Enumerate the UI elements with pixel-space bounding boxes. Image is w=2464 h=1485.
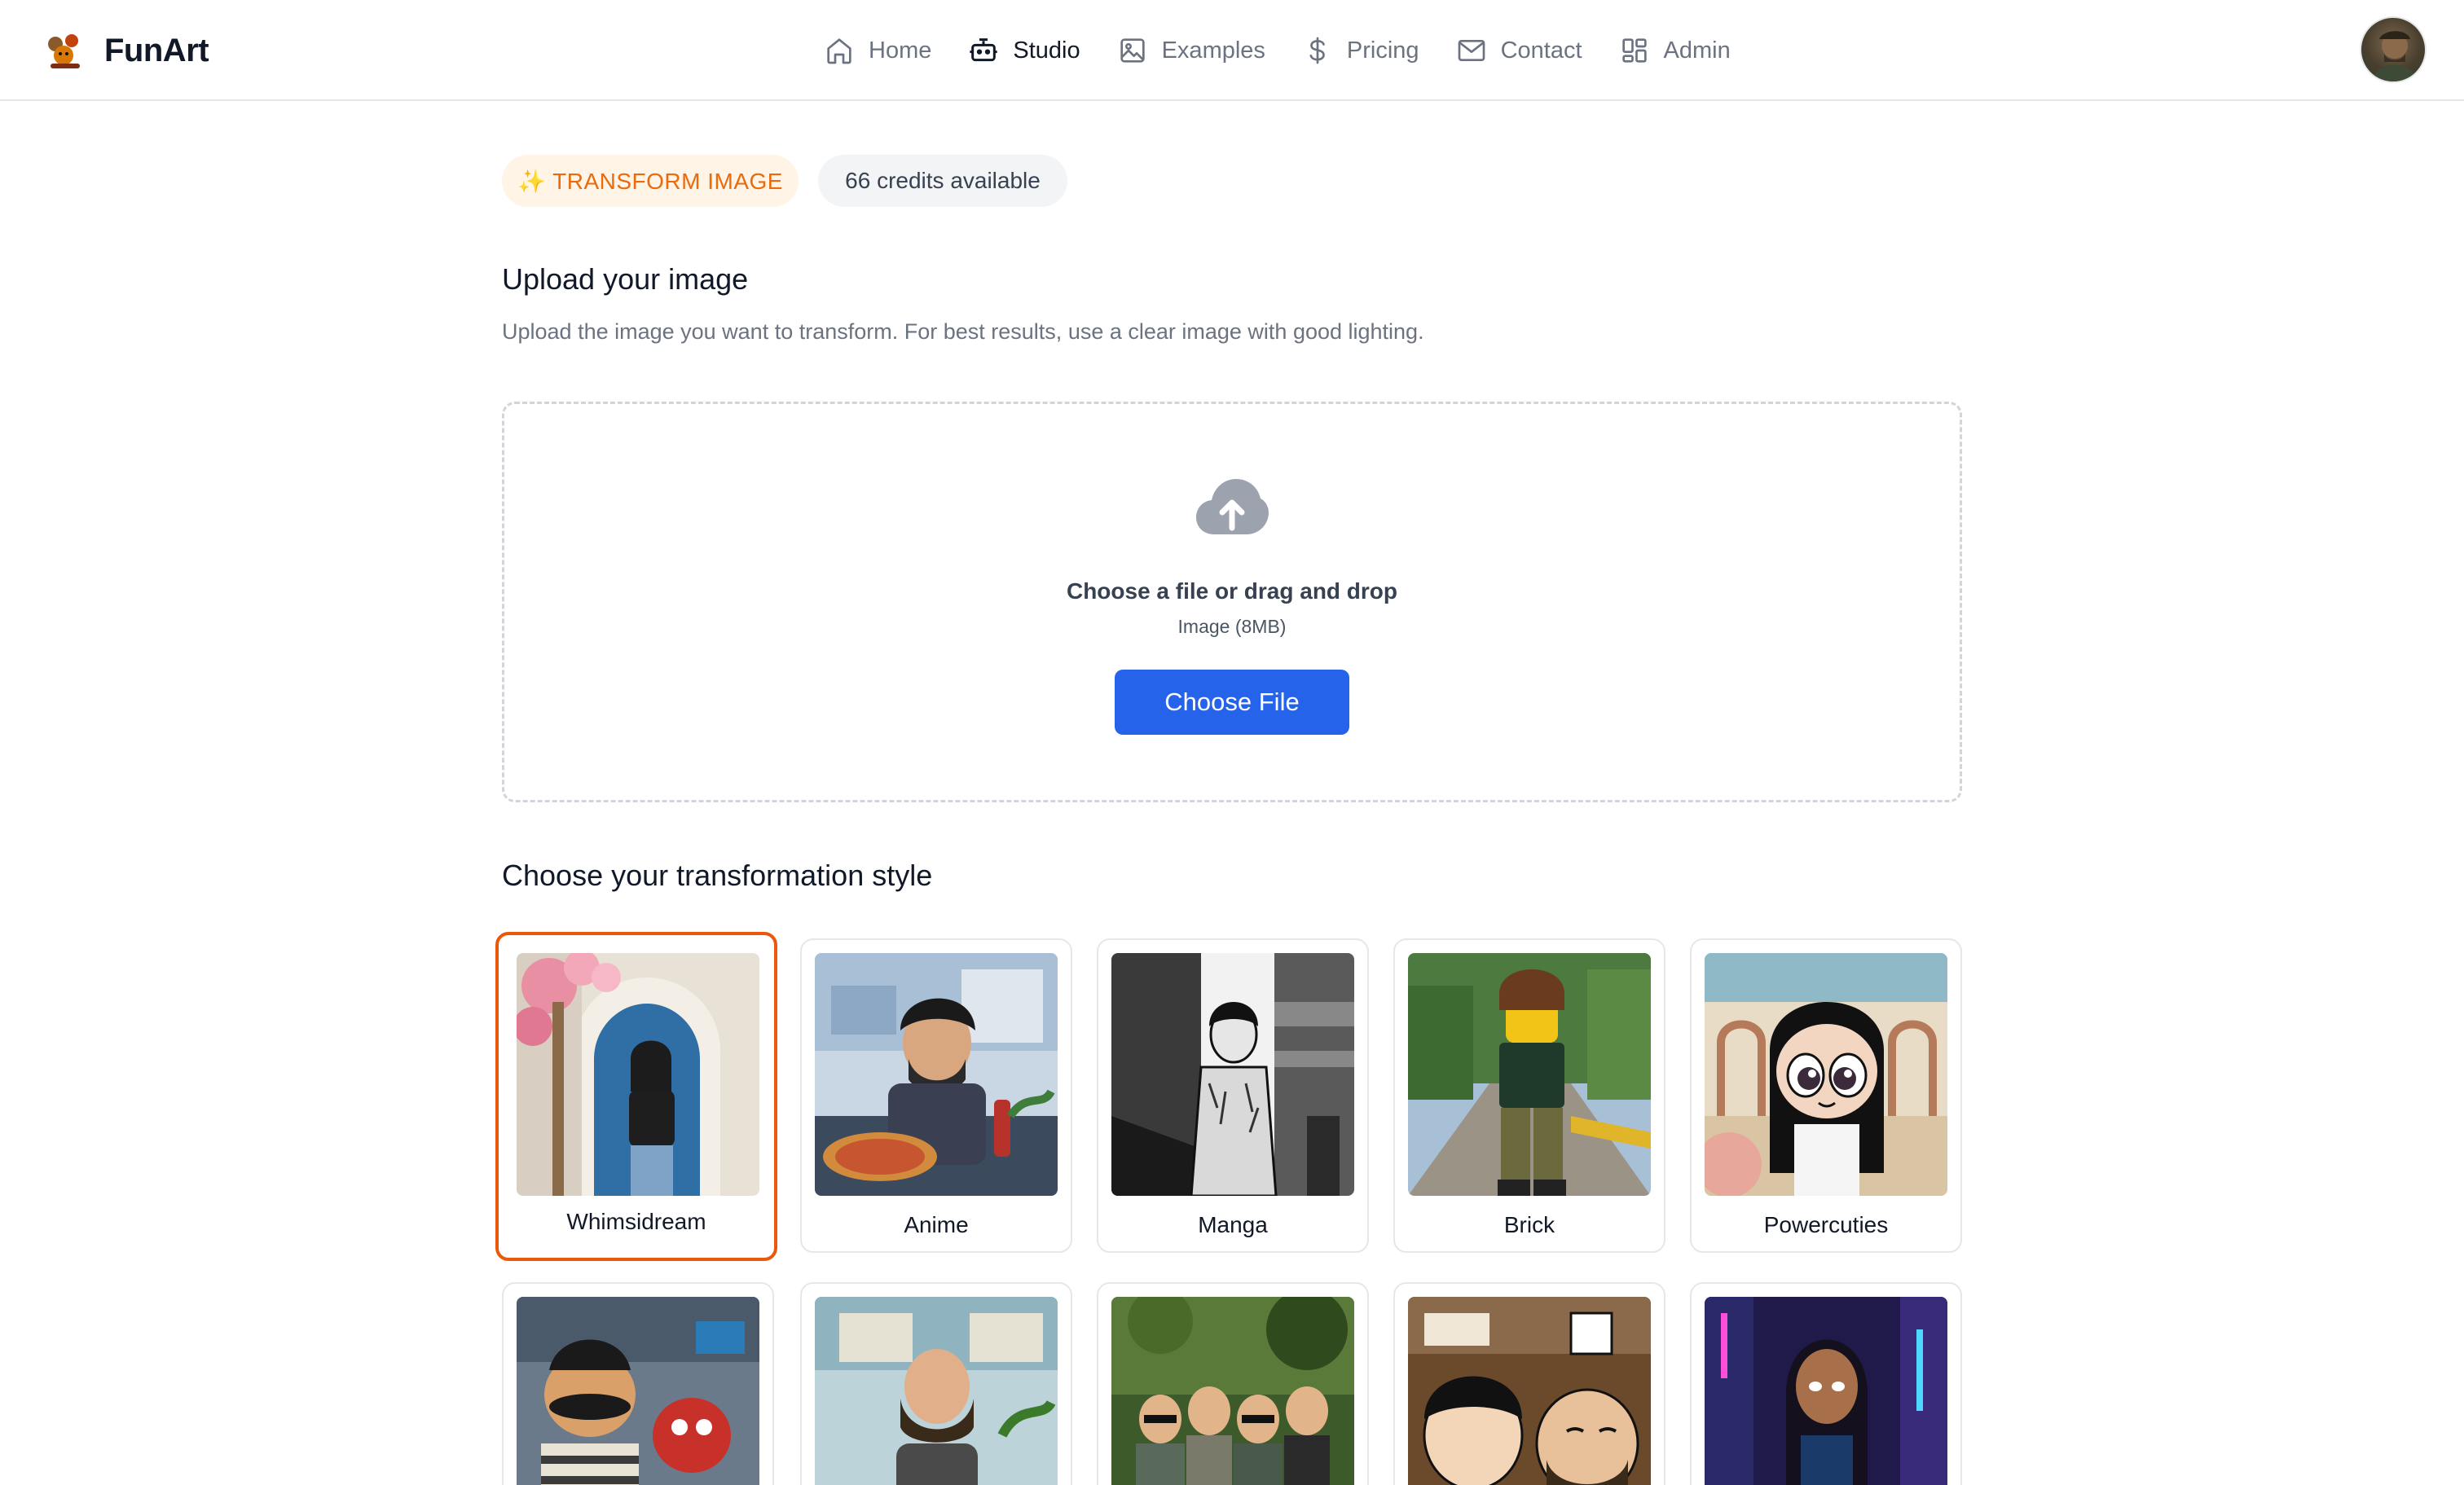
brand-name: FunArt xyxy=(104,32,209,68)
nav-item-label: Admin xyxy=(1663,37,1731,64)
robot-icon xyxy=(970,38,998,62)
logo-icon xyxy=(42,28,88,73)
nav-item-contact[interactable]: Contact xyxy=(1455,28,1582,73)
nav-item-home[interactable]: Home xyxy=(823,28,931,73)
nav-item-label: Contact xyxy=(1500,37,1582,64)
nav-item-admin[interactable]: Admin xyxy=(1618,28,1731,73)
nav-item-label: Pricing xyxy=(1346,37,1419,64)
top-navbar: FunArt Home Studio Examples Pricing Cont… xyxy=(0,0,2464,101)
nav-item-label: Studio xyxy=(1013,37,1080,64)
style-preview-image xyxy=(1705,953,1947,1196)
nav-item-studio[interactable]: Studio xyxy=(967,28,1080,73)
dollar-icon xyxy=(1309,37,1325,64)
home-icon xyxy=(827,38,851,64)
cloud-upload-icon xyxy=(1195,477,1269,538)
upload-description: Upload the image you want to transform. … xyxy=(502,319,1424,344)
style-preview-image xyxy=(1111,1297,1354,1485)
style-preview-image xyxy=(517,953,759,1196)
style-card-manga[interactable]: Manga xyxy=(1097,938,1369,1253)
style-card-label: Whimsidream xyxy=(566,1209,706,1234)
style-card[interactable] xyxy=(1097,1282,1369,1485)
style-card[interactable] xyxy=(800,1282,1072,1485)
style-preview-image xyxy=(1705,1297,1947,1485)
style-card-brick[interactable]: Brick xyxy=(1393,938,1665,1253)
style-card-label: Manga xyxy=(1198,1212,1268,1237)
mail-icon xyxy=(1458,40,1485,61)
styles-title: Choose your transformation style xyxy=(502,859,933,892)
style-card-powercuties[interactable]: Powercuties xyxy=(1690,938,1962,1253)
transform-image-badge: ✨ TRANSFORM IMAGE xyxy=(502,155,799,207)
nav-item-label: Home xyxy=(869,37,932,64)
style-card-anime[interactable]: Anime xyxy=(800,938,1072,1253)
dropzone-title: Choose a file or drag and drop xyxy=(1066,578,1398,604)
style-card[interactable] xyxy=(1690,1282,1962,1485)
style-card-label: Powercuties xyxy=(1763,1212,1889,1237)
main-nav: Home Studio Examples Pricing Contact Adm… xyxy=(823,28,1767,73)
upload-title: Upload your image xyxy=(502,262,749,296)
nav-item-pricing[interactable]: Pricing xyxy=(1301,28,1419,73)
style-card-label: Anime xyxy=(904,1212,969,1237)
style-card[interactable] xyxy=(1393,1282,1665,1485)
style-card-whimsidream[interactable]: Whimsidream xyxy=(495,932,777,1261)
brand[interactable]: FunArt xyxy=(42,24,209,77)
style-preview-image xyxy=(815,953,1058,1196)
nav-item-examples[interactable]: Examples xyxy=(1116,28,1265,73)
style-preview-image xyxy=(815,1297,1058,1485)
nav-item-label: Examples xyxy=(1161,37,1265,64)
grid-icon xyxy=(1621,38,1647,63)
image-icon xyxy=(1120,38,1145,63)
style-preview-image xyxy=(517,1297,759,1485)
avatar[interactable] xyxy=(2360,16,2427,83)
style-preview-image xyxy=(1408,1297,1651,1485)
style-preview-image xyxy=(1111,953,1354,1196)
style-card-label: Brick xyxy=(1503,1212,1555,1237)
dropzone-file-hint: Image (8MB) xyxy=(1177,616,1287,637)
style-card[interactable] xyxy=(502,1282,774,1485)
style-preview-image xyxy=(1408,953,1651,1196)
choose-file-button[interactable]: Choose File xyxy=(1115,670,1349,735)
credits-badge: 66 credits available xyxy=(818,155,1067,207)
